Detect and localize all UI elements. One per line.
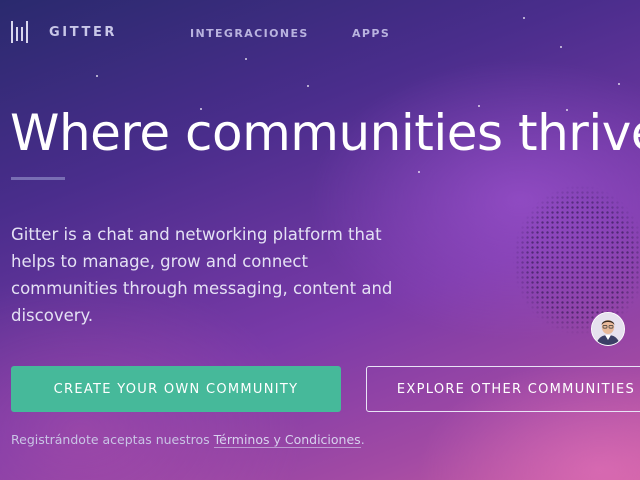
terms-prefix: Registrándote aceptas nuestros — [11, 432, 214, 447]
hero-description: Gitter is a chat and networking platform… — [11, 225, 393, 325]
title-divider — [11, 177, 65, 180]
create-community-button[interactable]: CREATE YOUR OWN COMMUNITY — [11, 366, 341, 412]
gitter-logo-icon — [11, 21, 28, 43]
nav-apps[interactable]: APPS — [352, 27, 390, 40]
user-avatar[interactable] — [591, 312, 625, 346]
terms-link[interactable]: Términos y Condiciones — [213, 432, 361, 448]
explore-communities-button[interactable]: EXPLORE OTHER COMMUNITIES — [366, 366, 640, 412]
nav-integraciones[interactable]: INTEGRACIONES — [190, 27, 309, 40]
gitter-logo[interactable]: GITTER — [11, 21, 117, 43]
world-map-dots — [470, 180, 640, 380]
logo-text: GITTER — [49, 24, 118, 40]
terms-suffix: . — [360, 432, 365, 447]
terms-notice: Registrándote aceptas nuestros Términos … — [11, 432, 365, 448]
hero-title: Where communities thrive — [10, 104, 640, 162]
person-icon — [592, 313, 624, 345]
